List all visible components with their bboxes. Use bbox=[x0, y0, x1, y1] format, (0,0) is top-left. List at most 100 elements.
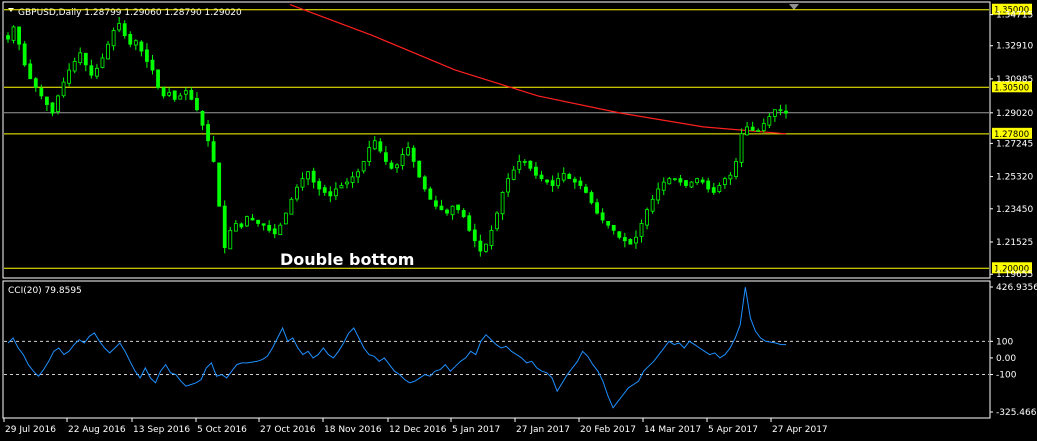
cci-axis: 426.9356 100 0.00 -100 -325.4667 bbox=[990, 283, 1037, 418]
candle-body bbox=[750, 126, 755, 131]
price-tick-label: 1.23450 bbox=[996, 205, 1033, 215]
candle-body bbox=[106, 43, 110, 60]
candle-body bbox=[272, 228, 277, 235]
candle-body bbox=[150, 59, 155, 71]
candle-body bbox=[556, 178, 561, 187]
candle-body bbox=[239, 223, 244, 228]
candle-body bbox=[61, 81, 66, 97]
candle-body bbox=[139, 41, 144, 52]
candle-body bbox=[539, 174, 544, 180]
candle-body bbox=[628, 239, 633, 245]
price-tick-label: 1.30985 bbox=[996, 75, 1033, 85]
time-tick-label: 18 Nov 2016 bbox=[324, 425, 382, 435]
candle-body bbox=[128, 34, 133, 45]
candle-body bbox=[300, 178, 305, 188]
candle-body bbox=[550, 180, 555, 186]
price-axis: 1.350001.305001.278001.200001.347151.329… bbox=[990, 3, 1033, 280]
candle-body bbox=[645, 209, 649, 226]
candle-body bbox=[667, 178, 672, 185]
candle-body bbox=[72, 61, 77, 72]
time-tick-label: 27 Oct 2016 bbox=[260, 425, 316, 435]
candle-body bbox=[511, 169, 516, 180]
candle-body bbox=[517, 161, 522, 170]
candle-body bbox=[372, 140, 377, 150]
candle-body bbox=[745, 126, 749, 136]
candle-body bbox=[761, 123, 766, 131]
candle-body bbox=[278, 224, 283, 236]
candle-body bbox=[622, 237, 627, 242]
time-tick-label: 22 Aug 2016 bbox=[68, 425, 126, 435]
candle-body bbox=[78, 52, 83, 64]
candle-body bbox=[267, 224, 272, 231]
candle-body bbox=[39, 88, 44, 97]
cci-tick-label: -100 bbox=[996, 371, 1017, 381]
time-tick-label: 5 Jan 2017 bbox=[452, 425, 500, 435]
candle-body bbox=[739, 133, 744, 163]
candle-body bbox=[133, 40, 138, 46]
candle-body bbox=[145, 49, 149, 62]
moving-average-path bbox=[289, 4, 787, 135]
candle-body bbox=[95, 67, 99, 77]
candle-body bbox=[734, 161, 738, 177]
candle-body bbox=[339, 185, 344, 189]
candle-body bbox=[528, 160, 533, 169]
candle-body bbox=[717, 185, 722, 193]
candle-body bbox=[383, 152, 388, 162]
price-panel-frame bbox=[2, 1, 991, 279]
price-tick-label: 1.29020 bbox=[996, 109, 1033, 119]
candle-body bbox=[634, 236, 638, 244]
candle-body bbox=[50, 102, 55, 114]
candle-body bbox=[328, 191, 333, 197]
candle-body bbox=[350, 176, 355, 183]
candle-body bbox=[345, 181, 349, 185]
candle-body bbox=[183, 90, 188, 95]
candle-body bbox=[89, 65, 94, 76]
level-label: 1.27800 bbox=[994, 130, 1029, 140]
candle-body bbox=[484, 243, 488, 252]
price-tick-label: 1.32910 bbox=[996, 42, 1033, 52]
candle-body bbox=[395, 164, 399, 169]
double-bottom-annotation: Double bottom bbox=[280, 250, 414, 269]
candle-body bbox=[222, 205, 227, 248]
cci-tick-label: 0.00 bbox=[996, 354, 1016, 364]
candle-body bbox=[161, 87, 166, 97]
candle-body bbox=[756, 129, 761, 132]
candle-body bbox=[17, 26, 22, 45]
candle-body bbox=[606, 221, 611, 226]
candle-body bbox=[378, 141, 383, 152]
candle-body bbox=[422, 176, 427, 190]
time-tick-label: 5 Apr 2017 bbox=[708, 425, 758, 435]
candle-body bbox=[117, 23, 122, 31]
cci-line bbox=[7, 287, 786, 409]
candle-body bbox=[767, 116, 772, 126]
candle-body bbox=[178, 95, 183, 100]
candle-body bbox=[389, 162, 394, 169]
candle-body bbox=[172, 90, 177, 100]
shift-marker-icon[interactable] bbox=[789, 4, 799, 10]
price-tick-label: 1.27245 bbox=[996, 139, 1033, 149]
candle-body bbox=[456, 204, 461, 211]
candle-body bbox=[256, 219, 260, 224]
price-tick-label: 1.25320 bbox=[996, 173, 1033, 183]
candle-body bbox=[650, 198, 655, 212]
candle-body bbox=[333, 188, 338, 197]
candle-body bbox=[122, 23, 127, 36]
candle-body bbox=[445, 209, 449, 214]
cci-levels bbox=[4, 340, 989, 376]
candle-body bbox=[567, 173, 572, 180]
candle-body bbox=[367, 147, 372, 162]
candle-body bbox=[639, 223, 644, 237]
candle-body bbox=[450, 205, 455, 216]
candle-body bbox=[534, 166, 538, 176]
candle-body bbox=[706, 180, 711, 190]
candle-body bbox=[600, 212, 605, 221]
chart-window: GBPUSD,Daily 1.28799 1.29060 1.28790 1.2… bbox=[2, 1, 1037, 435]
candle-body bbox=[111, 30, 116, 47]
candle-body bbox=[100, 57, 105, 68]
candle-body bbox=[772, 109, 777, 117]
candle-body bbox=[356, 171, 361, 178]
candle-body bbox=[711, 187, 716, 193]
price-tick-label: 1.19655 bbox=[996, 270, 1033, 280]
candle-body bbox=[784, 110, 788, 114]
candle-body bbox=[672, 178, 677, 181]
